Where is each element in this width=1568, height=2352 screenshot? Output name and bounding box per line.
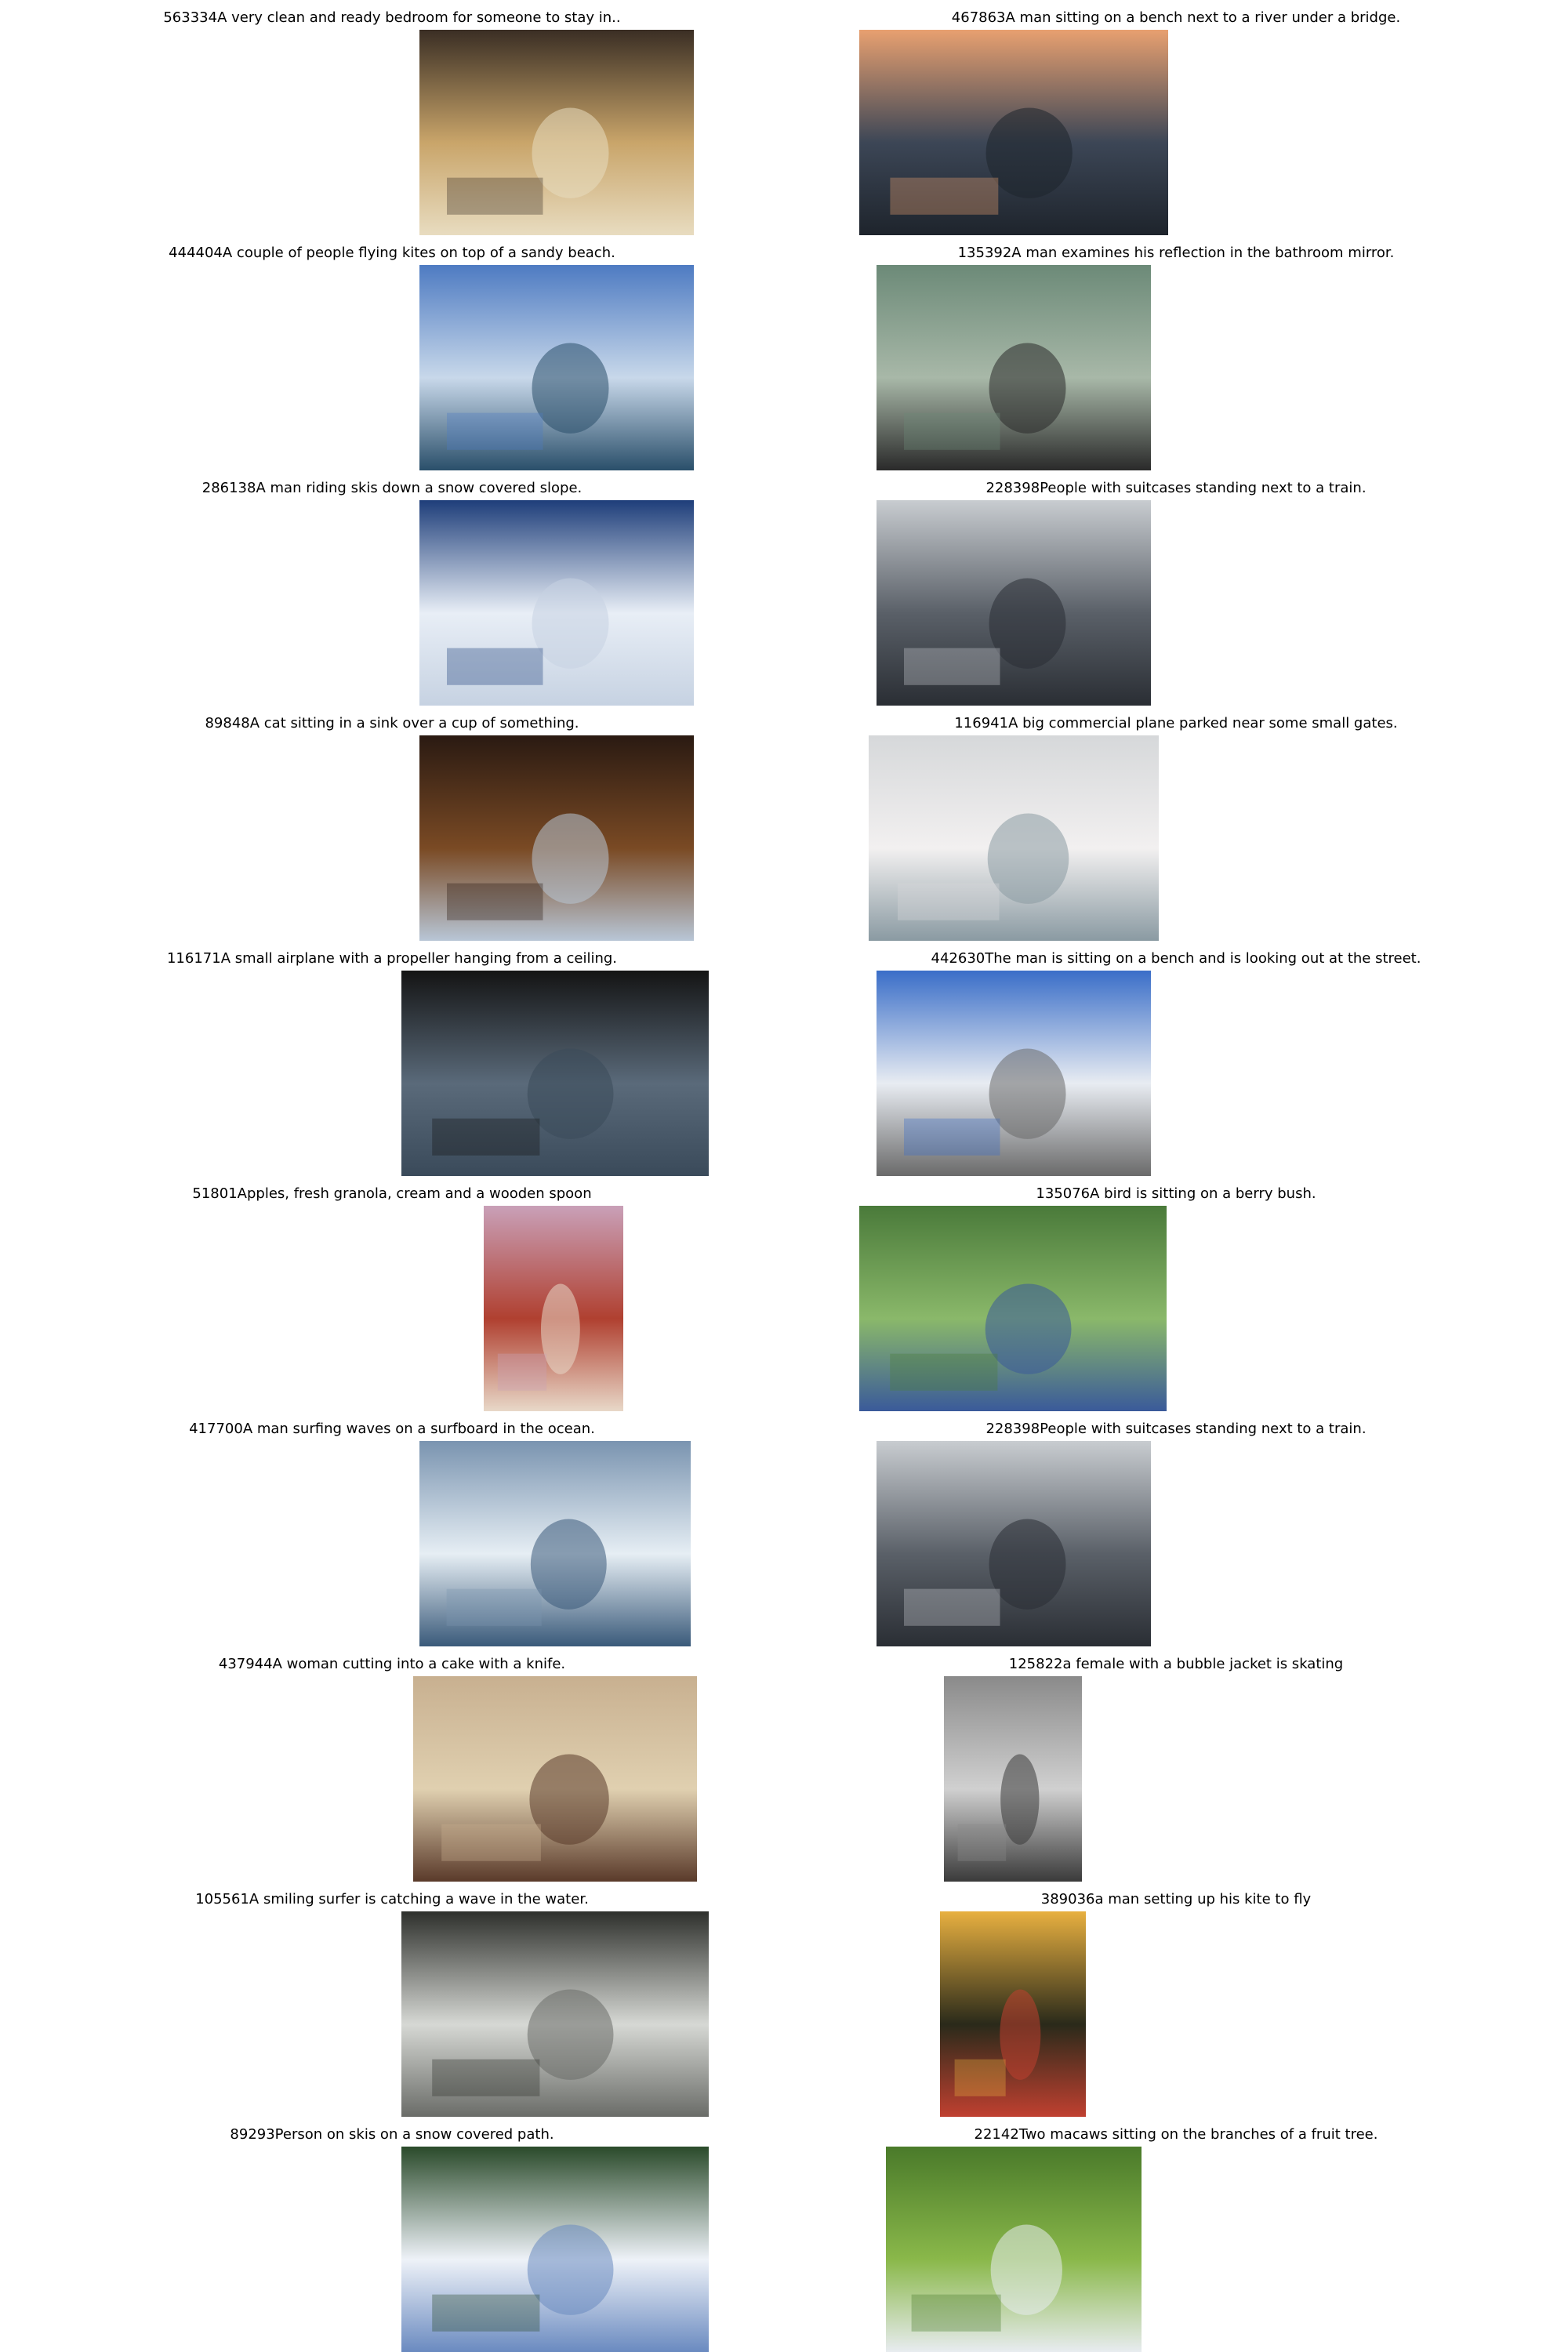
photo <box>944 1676 1082 1882</box>
image-caption: 442630The man is sitting on a bench and … <box>931 950 1421 967</box>
image-caption: 116171A small airplane with a propeller … <box>166 950 618 967</box>
photo <box>877 500 1151 706</box>
image-caption: 116941A big commercial plane parked near… <box>954 715 1398 731</box>
image-caption: 228398People with suitcases standing nex… <box>985 1421 1367 1437</box>
grid-cell: 467863A man sitting on a bench next to a… <box>784 0 1568 235</box>
grid-cell: 437944A woman cutting into a cake with a… <box>0 1646 784 1882</box>
photo <box>413 1676 697 1882</box>
photo <box>419 1441 691 1646</box>
photo <box>419 30 694 235</box>
grid-cell: 442630The man is sitting on a bench and … <box>784 941 1568 1176</box>
grid-cell: 51801Apples, fresh granola, cream and a … <box>0 1176 784 1411</box>
image-caption: 389036a man setting up his kite to fly <box>1040 1891 1312 1907</box>
image-caption: 563334A very clean and ready bedroom for… <box>163 9 621 26</box>
grid-cell: 125822a female with a bubble jacket is s… <box>784 1646 1568 1882</box>
grid-cell: 105561A smiling surfer is catching a wav… <box>0 1882 784 2117</box>
image-caption: 437944A woman cutting into a cake with a… <box>218 1656 566 1672</box>
photo <box>419 265 694 470</box>
grid-cell: 135392A man examines his reflection in t… <box>784 235 1568 470</box>
photo <box>859 30 1168 235</box>
image-caption: 89293Person on skis on a snow covered pa… <box>230 2126 554 2143</box>
grid-cell: 116941A big commercial plane parked near… <box>784 706 1568 941</box>
grid-cell: 135076A bird is sitting on a berry bush. <box>784 1176 1568 1411</box>
photo <box>401 1911 709 2117</box>
photo <box>940 1911 1086 2117</box>
grid-cell: 89848A cat sitting in a sink over a cup … <box>0 706 784 941</box>
grid-cell: 417700A man surfing waves on a surfboard… <box>0 1411 784 1646</box>
image-caption: 417700A man surfing waves on a surfboard… <box>189 1421 595 1437</box>
image-caption: 135076A bird is sitting on a berry bush. <box>1036 1185 1316 1202</box>
image-caption: 286138A man riding skis down a snow cove… <box>201 480 583 496</box>
photo <box>877 1441 1151 1646</box>
photo <box>484 1206 623 1411</box>
grid-cell: 228398People with suitcases standing nex… <box>784 1411 1568 1646</box>
image-caption: 228398People with suitcases standing nex… <box>985 480 1367 496</box>
grid-cell: 444404A couple of people flying kites on… <box>0 235 784 470</box>
grid-cell: 286138A man riding skis down a snow cove… <box>0 470 784 706</box>
grid-cell: 228398People with suitcases standing nex… <box>784 470 1568 706</box>
photo <box>401 971 709 1176</box>
photo <box>877 265 1151 470</box>
image-caption: 51801Apples, fresh granola, cream and a … <box>192 1185 592 1202</box>
grid-cell: 22142Two macaws sitting on the branches … <box>784 2117 1568 2352</box>
grid-cell: 389036a man setting up his kite to fly <box>784 1882 1568 2117</box>
image-caption: 105561A smiling surfer is catching a wav… <box>195 1891 589 1907</box>
photo <box>886 2147 1142 2352</box>
image-caption: 444404A couple of people flying kites on… <box>169 245 615 261</box>
photo <box>869 735 1159 941</box>
image-caption: 135392A man examines his reflection in t… <box>957 245 1395 261</box>
image-caption: 22142Two macaws sitting on the branches … <box>974 2126 1378 2143</box>
photo <box>877 971 1151 1176</box>
photo <box>401 2147 709 2352</box>
image-caption: 89848A cat sitting in a sink over a cup … <box>205 715 579 731</box>
photo <box>419 500 694 706</box>
grid-cell: 116171A small airplane with a propeller … <box>0 941 784 1176</box>
photo <box>419 735 694 941</box>
image-caption: 125822a female with a bubble jacket is s… <box>1008 1656 1344 1672</box>
grid-cell: 563334A very clean and ready bedroom for… <box>0 0 784 235</box>
photo <box>859 1206 1167 1411</box>
grid-cell: 89293Person on skis on a snow covered pa… <box>0 2117 784 2352</box>
image-caption: 467863A man sitting on a bench next to a… <box>951 9 1401 26</box>
